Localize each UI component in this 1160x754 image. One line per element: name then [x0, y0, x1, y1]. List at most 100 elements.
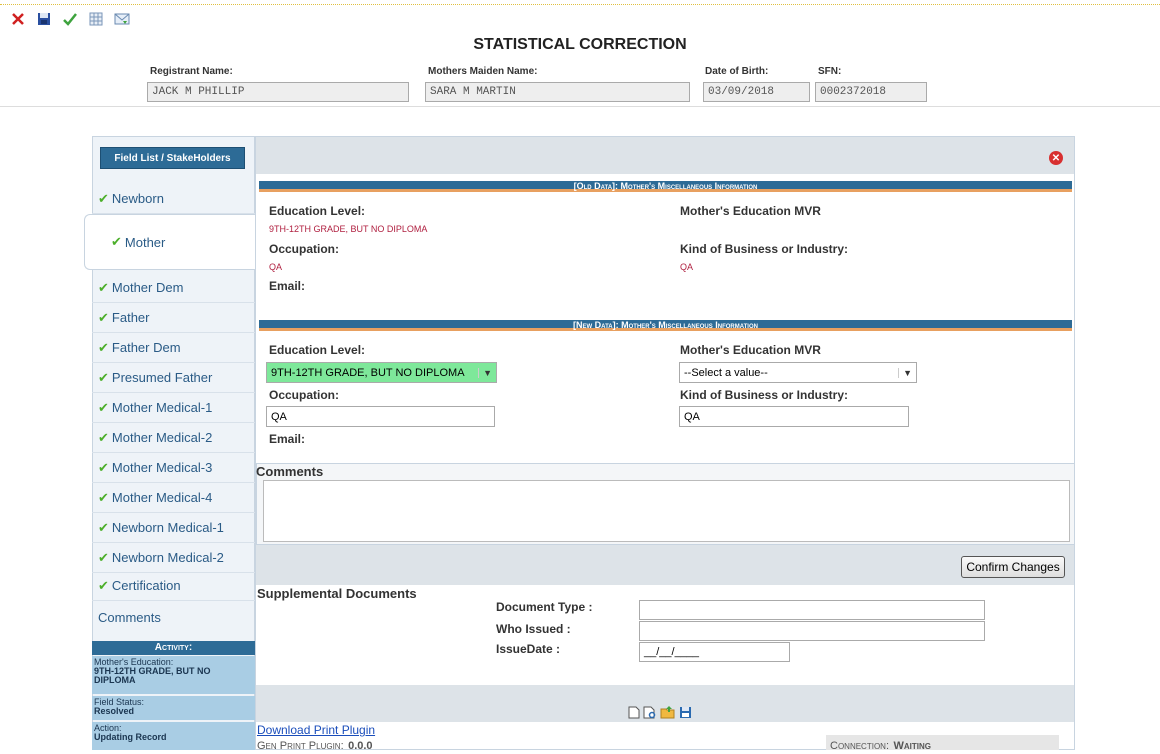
education-mvr-value: --Select a value-- — [684, 366, 768, 379]
sidebar-item-label: Mother Medical-3 — [111, 460, 213, 475]
document-icons — [628, 706, 692, 724]
education-mvr-select[interactable]: --Select a value-- ▼ — [679, 362, 917, 383]
old-mvr-label: Mother's Education MVR — [680, 204, 821, 218]
checkmark-icon: ✔ — [98, 429, 109, 445]
sidebar-item-label: Mother Medical-2 — [111, 430, 213, 445]
new-email-label: Email: — [269, 432, 306, 446]
sfn-field: 0002372018 — [815, 82, 927, 102]
who-issued-label: Who Issued : — [496, 622, 571, 636]
old-business-label: Kind of Business or Industry: — [680, 242, 849, 256]
document-type-label: Document Type : — [496, 600, 593, 614]
email-icon[interactable] — [114, 11, 130, 27]
new-mvr-label: Mother's Education MVR — [680, 343, 821, 357]
old-data-header: [Old Data]: Mother's Miscellaneous Infor… — [259, 181, 1072, 192]
education-level-select[interactable]: 9TH-12TH GRADE, BUT NO DIPLOMA ▼ — [266, 362, 497, 383]
business-input[interactable]: QA — [679, 406, 909, 427]
search-document-icon[interactable] — [643, 706, 657, 724]
checkmark-icon: ✔ — [98, 577, 109, 593]
check-icon[interactable] — [62, 11, 78, 27]
registrant-field: JACK M PHILLIP — [147, 82, 409, 102]
sidebar-item-label: Presumed Father — [111, 370, 213, 385]
old-education-label: Education Level: — [269, 204, 366, 218]
old-occupation-value: QA — [269, 262, 283, 272]
sidebar-item-mother-medical-3[interactable]: ✔ Mother Medical-3 — [92, 453, 255, 483]
occupation-input[interactable]: QA — [266, 406, 495, 427]
dob-field: 03/09/2018 — [703, 82, 810, 102]
panel-header-band — [256, 137, 1074, 174]
checkmark-icon: ✔ — [98, 309, 109, 325]
new-education-label: Education Level: — [269, 343, 366, 357]
sidebar-item-label: Mother Dem — [111, 280, 184, 295]
comments-textarea[interactable] — [263, 480, 1070, 542]
education-level-value: 9TH-12TH GRADE, BUT NO DIPLOMA — [271, 366, 465, 379]
grid-icon[interactable] — [88, 11, 104, 27]
maiden-field: SARA M MARTIN — [425, 82, 690, 102]
checkmark-icon: ✔ — [98, 399, 109, 415]
sidebar-item-label: Certification — [111, 578, 181, 593]
connection-label: Connection: — [830, 740, 889, 752]
toolbar-divider — [0, 4, 1160, 5]
sidebar-item-label: Newborn Medical-2 — [111, 550, 224, 565]
sidebar-item-label: Newborn Medical-1 — [111, 520, 224, 535]
old-education-value: 9TH-12TH GRADE, BUT NO DIPLOMA — [269, 224, 428, 234]
sidebar-item-mother-medical-2[interactable]: ✔ Mother Medical-2 — [92, 423, 255, 453]
activity-education: Mother's Education: 9TH-12TH GRADE, BUT … — [92, 656, 255, 694]
supplemental-title: Supplemental Documents — [257, 586, 417, 601]
close-icon[interactable] — [10, 11, 26, 27]
sidebar-item-label: Father Dem — [111, 340, 181, 355]
activity-value: 9TH-12TH GRADE, BUT NO DIPLOMA — [94, 666, 211, 685]
registrant-label: Registrant Name: — [150, 66, 233, 77]
who-issued-input[interactable] — [639, 621, 985, 641]
sidebar-item-father-dem[interactable]: ✔ Father Dem — [92, 333, 255, 363]
sidebar-item-newborn-medical-1[interactable]: ✔ Newborn Medical-1 — [92, 513, 255, 543]
header-divider — [0, 106, 1160, 107]
sidebar-item-label: Comments — [98, 609, 161, 625]
checkmark-icon: ✔ — [98, 339, 109, 355]
document-type-input[interactable] — [639, 600, 985, 620]
field-list-button[interactable]: Field List / StakeHolders — [100, 147, 245, 169]
new-data-header: [New Data]: Mother's Miscellaneous Infor… — [259, 320, 1072, 331]
plugin-label: Gen Print Plugin: — [257, 740, 344, 752]
sidebar-item-mother-dem[interactable]: ✔ Mother Dem — [92, 273, 255, 303]
save-icon[interactable] — [679, 706, 692, 724]
checkmark-icon: ✔ — [98, 369, 109, 385]
checkmark-icon: ✔ — [98, 549, 109, 565]
sfn-label: SFN: — [818, 66, 842, 77]
sidebar-item-newborn-medical-2[interactable]: ✔ Newborn Medical-2 — [92, 543, 255, 573]
checkmark-icon: ✔ — [111, 234, 122, 249]
new-occupation-label: Occupation: — [269, 388, 340, 402]
new-document-icon[interactable] — [628, 706, 640, 724]
activity-header: Activity: — [92, 641, 255, 655]
sidebar-item-comments[interactable]: Comments — [92, 602, 255, 632]
chevron-down-icon: ▼ — [478, 367, 492, 378]
sidebar-item-father[interactable]: ✔ Father — [92, 303, 255, 333]
sidebar-item-label: Mother Medical-4 — [111, 490, 213, 505]
comments-title: Comments — [256, 464, 324, 479]
checkmark-icon: ✔ — [98, 519, 109, 535]
activity-action: Action: Updating Record — [92, 722, 255, 750]
activity-field-status: Field Status: Resolved — [92, 696, 255, 720]
activity-value: Updating Record — [94, 732, 167, 742]
confirm-band — [256, 545, 1074, 585]
sidebar-item-mother-medical-1[interactable]: ✔ Mother Medical-1 — [92, 393, 255, 423]
sidebar-item-mother-medical-4[interactable]: ✔ Mother Medical-4 — [92, 483, 255, 513]
sidebar-item-newborn[interactable]: ✔ Newborn — [92, 184, 255, 214]
sidebar-item-presumed-father[interactable]: ✔ Presumed Father — [92, 363, 255, 393]
old-business-value: QA — [680, 262, 694, 272]
issue-date-input[interactable]: __/__/____ — [639, 642, 790, 662]
sidebar-item-certification[interactable]: ✔ Certification — [92, 571, 255, 601]
issue-date-label: IssueDate : — [496, 642, 561, 656]
plugin-version-value: 0.0.0 — [348, 740, 373, 752]
confirm-changes-button[interactable]: Confirm Changes — [961, 556, 1065, 578]
open-folder-icon[interactable] — [660, 706, 676, 724]
plugin-version: Gen Print Plugin: 0.0.0 — [257, 736, 373, 754]
sidebar-item-mother[interactable]: ✔ Mother — [84, 214, 256, 270]
close-panel-icon[interactable]: ✕ — [1049, 151, 1063, 165]
save-icon[interactable] — [36, 11, 52, 27]
sidebar-item-label: Mother — [124, 234, 166, 250]
checkmark-icon: ✔ — [98, 459, 109, 475]
sidebar-item-label: Newborn — [111, 191, 164, 206]
maiden-label: Mothers Maiden Name: — [428, 66, 538, 77]
checkmark-icon: ✔ — [98, 279, 109, 295]
download-print-plugin-link[interactable]: Download Print Plugin — [257, 723, 375, 737]
